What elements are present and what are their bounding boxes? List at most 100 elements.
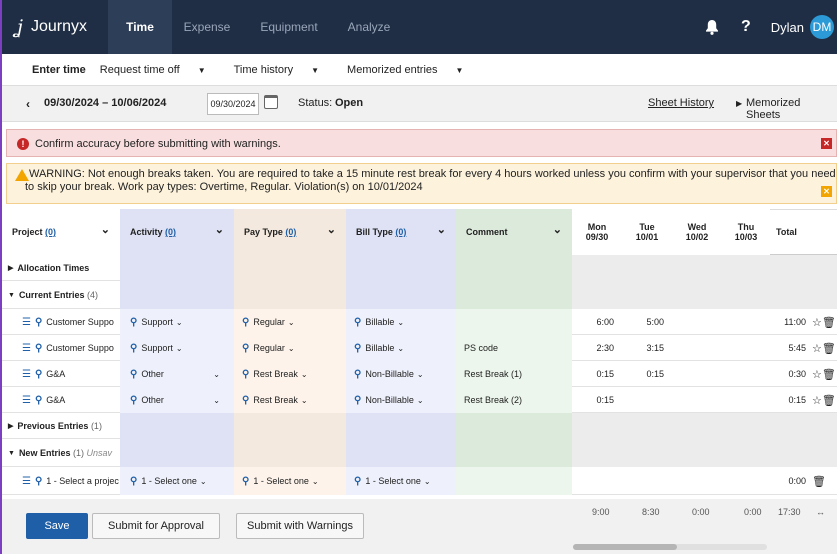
resize-arrows-icon[interactable]: ↔	[816, 507, 825, 517]
hours-thu[interactable]	[722, 309, 770, 335]
project-cell[interactable]: ☰ ⚲ Customer Suppo	[2, 309, 120, 335]
comment-cell[interactable]	[456, 467, 572, 495]
tab-expense[interactable]: Expense	[172, 0, 242, 54]
hours-mon[interactable]: 2:30	[572, 335, 622, 361]
subnav-time-history[interactable]: Time history ▼	[234, 64, 333, 76]
trash-icon[interactable]: 🗑	[822, 316, 836, 329]
list-icon[interactable]: ☰	[22, 317, 31, 328]
group-new-entries[interactable]: ▼ New Entries (1) Unsav	[2, 439, 837, 467]
bill-type-cell[interactable]: ⚲ Non-Billable ⌄	[346, 387, 456, 413]
hours-wed[interactable]	[672, 467, 722, 495]
group-current-entries[interactable]: ▼ Current Entries (4)	[2, 281, 837, 309]
hours-mon[interactable]	[572, 467, 622, 495]
hours-wed[interactable]	[672, 335, 722, 361]
group-allocation-times[interactable]: ▶ Allocation Times	[2, 255, 837, 281]
filter-count[interactable]: (0)	[285, 227, 296, 237]
comment-cell[interactable]: Rest Break (2)	[456, 387, 572, 413]
chevron-down-icon: ⌄	[199, 476, 207, 486]
tab-equipment[interactable]: Equipment	[242, 0, 336, 54]
hours-thu[interactable]	[722, 387, 770, 413]
trash-icon[interactable]: 🗑	[822, 394, 836, 407]
trash-icon[interactable]: 🗑	[812, 475, 826, 488]
star-icon[interactable]: ☆	[812, 368, 822, 381]
pay-type-cell[interactable]: ⚲ Rest Break ⌄	[234, 387, 346, 413]
filter-count[interactable]: (0)	[395, 227, 406, 237]
hours-mon[interactable]: 6:00	[572, 309, 622, 335]
activity-cell[interactable]: ⚲ Support ⌄	[120, 335, 234, 361]
calendar-icon[interactable]	[264, 95, 278, 109]
hours-thu[interactable]	[722, 467, 770, 495]
bill-type-cell[interactable]: ⚲ 1 - Select one ⌄	[346, 467, 456, 495]
comment-cell[interactable]	[456, 309, 572, 335]
filter-count[interactable]: (0)	[165, 227, 176, 237]
pay-type-cell[interactable]: ⚲ 1 - Select one ⌄	[234, 467, 346, 495]
bell-icon[interactable]	[705, 19, 719, 35]
close-icon[interactable]: ✕	[821, 138, 832, 149]
submit-with-warnings-button[interactable]: Submit with Warnings	[236, 513, 364, 539]
project-cell[interactable]: ☰ ⚲ G&A	[2, 387, 120, 413]
hours-tue[interactable]: 0:15	[622, 361, 672, 387]
star-icon[interactable]: ☆	[812, 316, 822, 329]
memorized-sheets-link[interactable]: Memorized Sheets	[746, 97, 837, 121]
avatar[interactable]: DM	[810, 15, 834, 39]
brand[interactable]: ʝ Journyx	[2, 16, 108, 38]
hours-thu[interactable]	[722, 361, 770, 387]
bill-type-cell[interactable]: ⚲ Non-Billable ⌄	[346, 361, 456, 387]
horizontal-scrollbar[interactable]	[573, 544, 767, 550]
hours-tue[interactable]: 5:00	[622, 309, 672, 335]
filter-count[interactable]: (0)	[45, 227, 56, 237]
column-comment[interactable]: Comment ⌄	[456, 209, 572, 255]
hours-tue[interactable]	[622, 467, 672, 495]
star-icon[interactable]: ☆	[812, 342, 822, 355]
hours-thu[interactable]	[722, 335, 770, 361]
tab-time[interactable]: Time	[108, 0, 172, 54]
comment-cell[interactable]: PS code	[456, 335, 572, 361]
activity-cell[interactable]: ⚲ 1 - Select one ⌄	[120, 467, 234, 495]
hours-mon[interactable]: 0:15	[572, 387, 622, 413]
bill-type-cell[interactable]: ⚲ Billable ⌄	[346, 309, 456, 335]
scrollbar-thumb[interactable]	[573, 544, 677, 550]
hours-mon[interactable]: 0:15	[572, 361, 622, 387]
hours-wed[interactable]	[672, 361, 722, 387]
list-icon[interactable]: ☰	[22, 476, 31, 487]
activity-cell[interactable]: ⚲ Support ⌄	[120, 309, 234, 335]
hours-wed[interactable]	[672, 387, 722, 413]
list-icon[interactable]: ☰	[22, 343, 31, 354]
save-button[interactable]: Save	[26, 513, 88, 539]
close-icon[interactable]: ✕	[821, 186, 832, 197]
comment-cell[interactable]: Rest Break (1)	[456, 361, 572, 387]
star-icon[interactable]: ☆	[812, 394, 822, 407]
list-icon[interactable]: ☰	[22, 369, 31, 380]
column-pay-type[interactable]: Pay Type (0) ⌄	[234, 209, 346, 255]
activity-cell[interactable]: ⚲ Other ⌄	[120, 387, 234, 413]
subnav-request-time-off[interactable]: Request time off ▼	[100, 64, 220, 76]
column-bill-type[interactable]: Bill Type (0) ⌄	[346, 209, 456, 255]
project-cell[interactable]: ☰ ⚲ Customer Suppo	[2, 335, 120, 361]
trash-icon[interactable]: 🗑	[822, 342, 836, 355]
hours-tue[interactable]: 3:15	[622, 335, 672, 361]
project-cell[interactable]: ☰ ⚲ 1 - Select a projec	[2, 467, 120, 495]
submit-for-approval-button[interactable]: Submit for Approval	[92, 513, 220, 539]
hours-wed[interactable]	[672, 309, 722, 335]
help-icon[interactable]: ?	[741, 18, 751, 36]
pay-type-cell[interactable]: ⚲ Regular ⌄	[234, 309, 346, 335]
pay-type-cell[interactable]: ⚲ Rest Break ⌄	[234, 361, 346, 387]
list-icon[interactable]: ☰	[22, 395, 31, 406]
hours-tue[interactable]	[622, 387, 672, 413]
activity-cell[interactable]: ⚲ Other ⌄	[120, 361, 234, 387]
date-field[interactable]: 09/30/2024	[207, 93, 259, 115]
pay-type-cell[interactable]: ⚲ Regular ⌄	[234, 335, 346, 361]
sheet-history-link[interactable]: Sheet History	[648, 97, 714, 109]
column-project[interactable]: Project (0) ⌄	[2, 209, 120, 255]
prev-week-icon[interactable]: ‹	[26, 97, 30, 111]
column-activity[interactable]: Activity (0) ⌄	[120, 209, 234, 255]
user-name[interactable]: Dylan	[771, 20, 804, 35]
trash-icon[interactable]: 🗑	[822, 368, 836, 381]
project-cell[interactable]: ☰ ⚲ G&A	[2, 361, 120, 387]
tab-analyze[interactable]: Analyze	[336, 0, 402, 54]
group-previous-entries[interactable]: ▶ Previous Entries (1)	[2, 413, 837, 439]
bill-type-cell[interactable]: ⚲ Billable ⌄	[346, 335, 456, 361]
subnav-enter-time[interactable]: Enter time	[32, 64, 86, 76]
chevron-down-icon: ⌄	[100, 224, 110, 236]
subnav-memorized-entries[interactable]: Memorized entries ▼	[347, 64, 477, 76]
